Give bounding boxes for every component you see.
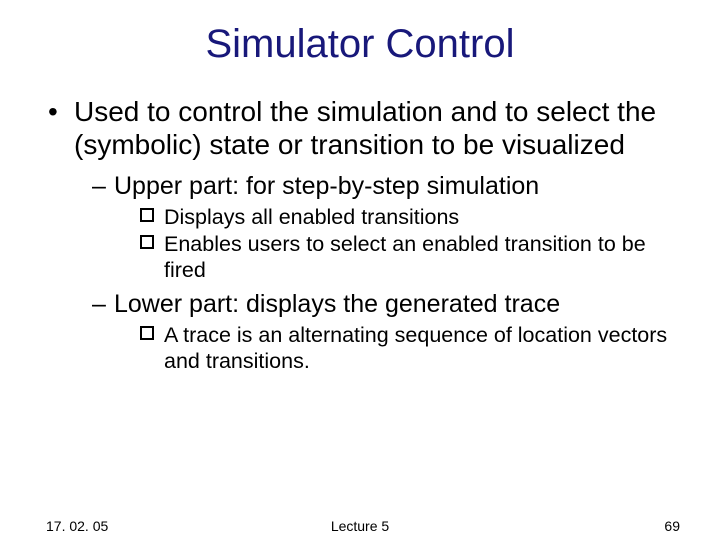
footer-lecture: Lecture 5: [0, 518, 720, 534]
list-item: Lower part: displays the generated trace…: [92, 289, 674, 374]
bullet-list-level3: Displays all enabled transitions Enables…: [114, 205, 674, 283]
slide-body: Used to control the simulation and to se…: [0, 95, 720, 374]
slide-title: Simulator Control: [0, 0, 720, 77]
list-item: Displays all enabled transitions: [140, 205, 674, 230]
list-item: Upper part: for step-by-step simulation …: [92, 171, 674, 283]
bullet-text: Lower part: displays the generated trace: [114, 290, 560, 318]
list-item: A trace is an alternating sequence of lo…: [140, 323, 674, 374]
bullet-list-level3: A trace is an alternating sequence of lo…: [114, 323, 674, 374]
square-bullet-icon: [140, 208, 154, 222]
bullet-text: Used to control the simulation and to se…: [74, 96, 656, 160]
bullet-text: A trace is an alternating sequence of lo…: [164, 323, 667, 372]
list-item: Used to control the simulation and to se…: [46, 95, 674, 374]
bullet-text: Upper part: for step-by-step simulation: [114, 172, 539, 200]
list-item: Enables users to select an enabled trans…: [140, 232, 674, 283]
square-bullet-icon: [140, 326, 154, 340]
bullet-list-level1: Used to control the simulation and to se…: [46, 95, 674, 374]
square-bullet-icon: [140, 235, 154, 249]
slide: Simulator Control Used to control the si…: [0, 0, 720, 540]
bullet-text: Displays all enabled transitions: [164, 205, 459, 229]
bullet-list-level2: Upper part: for step-by-step simulation …: [74, 171, 674, 374]
footer-page-number: 69: [664, 518, 680, 534]
bullet-text: Enables users to select an enabled trans…: [164, 232, 646, 281]
